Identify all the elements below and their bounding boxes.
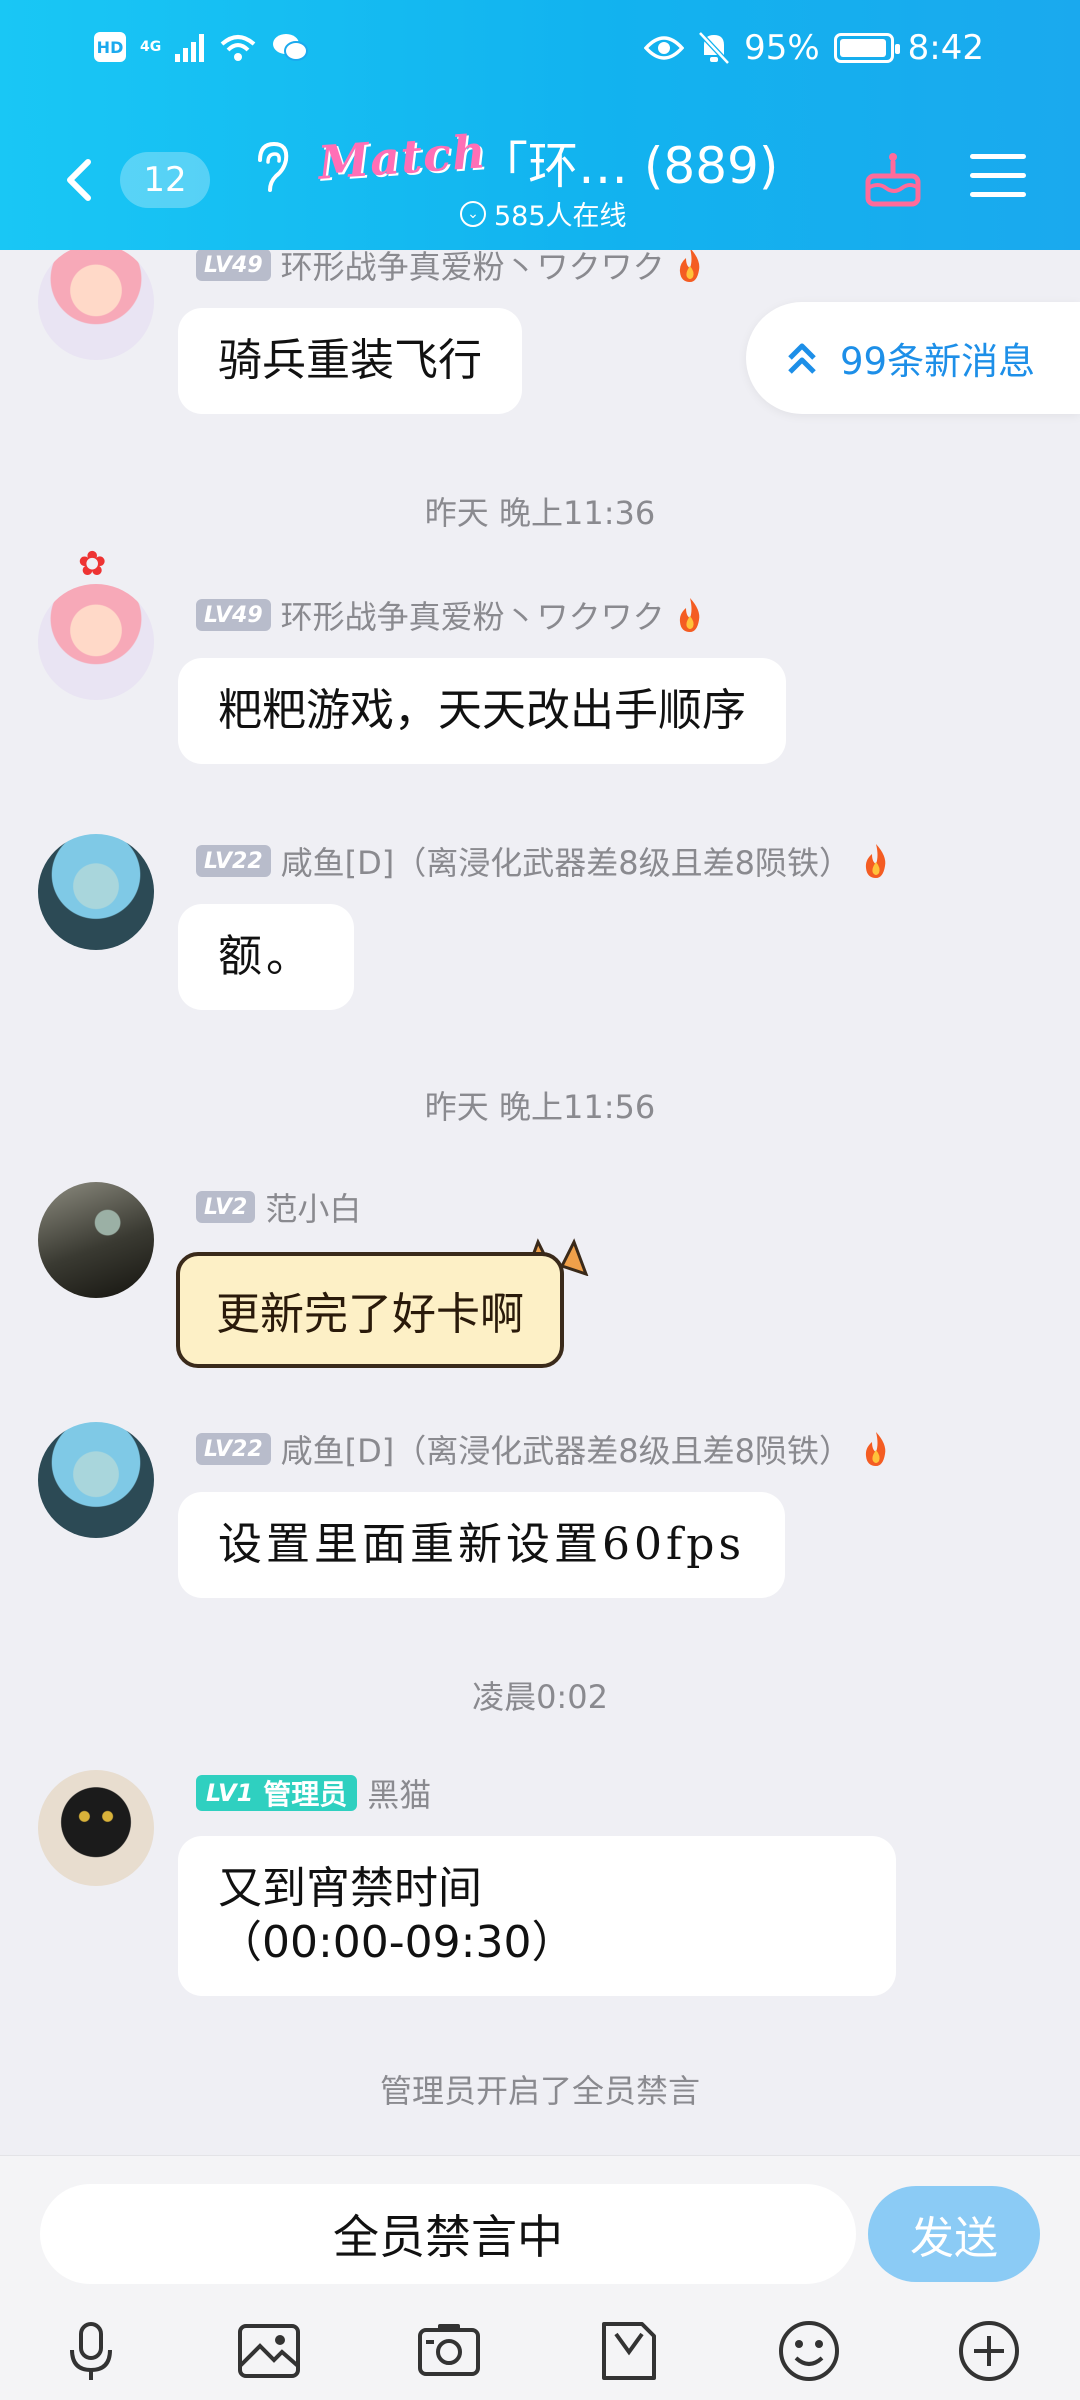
- message-meta: LV1 管理员 黑猫: [196, 1770, 431, 1816]
- top-bar: HD 4G 95% 8:42 12 Match 「环… (889) ⌄ 585人…: [0, 0, 1080, 250]
- emoji-icon[interactable]: [774, 2316, 844, 2386]
- level-badge: LV2: [196, 1191, 256, 1223]
- fire-icon: [865, 1432, 886, 1466]
- eye-icon: [644, 36, 685, 60]
- file-icon[interactable]: [594, 2316, 664, 2386]
- admin-badge: LV1 管理员: [196, 1775, 358, 1811]
- message-meta: LV49 环形战争真爱粉丶ワクワク: [196, 592, 705, 638]
- mic-icon[interactable]: [56, 2316, 126, 2386]
- message-meta: LV22 咸鱼[D]（离浸化武器差8级且差8陨铁）: [196, 1426, 891, 1472]
- unread-count-badge[interactable]: 12: [120, 152, 210, 208]
- hd-icon: HD: [94, 32, 126, 62]
- clock: 8:42: [907, 28, 984, 68]
- avatar[interactable]: [38, 834, 154, 950]
- mute-bell-icon: [698, 31, 730, 65]
- message-meta: LV49 环形战争真爱粉丶ワクワク: [196, 250, 705, 288]
- level-badge: LV22: [196, 1433, 271, 1465]
- fire-icon: [865, 844, 886, 878]
- level-badge: LV22: [196, 845, 271, 877]
- avatar[interactable]: [38, 1422, 154, 1538]
- status-right: 95% 8:42: [644, 28, 984, 68]
- sender-name[interactable]: 范小白: [265, 1184, 361, 1230]
- sender-name[interactable]: 环形战争真爱粉丶ワクワク: [281, 592, 665, 638]
- nav-row: 12 Match 「环… (889) ⌄ 585人在线: [0, 110, 1080, 250]
- wifi-icon: [220, 35, 256, 61]
- sender-name[interactable]: 咸鱼[D]（离浸化武器差8级且差8陨铁）: [281, 1426, 851, 1472]
- chevron-down-icon: ⌄: [460, 200, 486, 227]
- plus-icon[interactable]: [954, 2316, 1024, 2386]
- level-badge: LV49: [196, 599, 271, 631]
- system-notice: 管理员开启了全员禁言: [379, 2072, 700, 2110]
- message-bubble[interactable]: 又到宵禁时间 （00:00-09:30）: [178, 1836, 896, 1996]
- avatar[interactable]: [38, 1182, 154, 1298]
- double-chevron-up-icon: [788, 343, 816, 374]
- new-messages-label: 99条新消息: [840, 340, 1036, 383]
- avatar[interactable]: [38, 250, 154, 360]
- menu-icon[interactable]: [970, 154, 1026, 202]
- chat-list[interactable]: LV49 环形战争真爱粉丶ワクワク 骑兵重装飞行 99条新消息 昨天 晚上11:…: [0, 250, 1080, 2155]
- online-count[interactable]: ⌄ 585人在线: [460, 194, 627, 233]
- input-toolbar: [0, 2306, 1080, 2396]
- timestamp: 昨天 晚上11:56: [424, 1088, 656, 1126]
- camera-icon[interactable]: [414, 2316, 484, 2386]
- flower-icon: ✿: [78, 544, 107, 584]
- timestamp: 凌晨0:02: [472, 1678, 608, 1716]
- level-badge: LV1: [206, 1779, 254, 1807]
- message-bubble[interactable]: 设置里面重新设置60fps: [178, 1492, 786, 1598]
- signal-icon: [175, 32, 205, 62]
- status-left: HD 4G: [94, 32, 309, 62]
- role-label: 管理员: [263, 1778, 348, 1811]
- level-badge: LV49: [196, 250, 271, 281]
- match-logo: Match: [316, 124, 489, 190]
- message-line: （00:00-09:30）: [218, 1917, 576, 1968]
- avatar[interactable]: [38, 584, 154, 700]
- message-line: 又到宵禁时间: [218, 1863, 482, 1914]
- battery-percent: 95%: [744, 28, 820, 68]
- new-messages-button[interactable]: 99条新消息: [746, 302, 1080, 414]
- battery-level: [839, 39, 886, 57]
- message-input[interactable]: 全员禁言中: [40, 2184, 856, 2284]
- message-meta: LV22 咸鱼[D]（离浸化武器差8级且差8陨铁）: [196, 838, 891, 884]
- group-title[interactable]: 「环… (889): [478, 126, 778, 198]
- wechat-icon: [273, 34, 309, 61]
- message-bubble[interactable]: 骑兵重装飞行: [178, 308, 522, 414]
- status-bar: HD 4G 95% 8:42: [0, 0, 1080, 110]
- online-count-label: 585人在线: [494, 201, 627, 232]
- ear-icon[interactable]: [248, 138, 292, 198]
- message-bubble[interactable]: 更新完了好卡啊: [176, 1252, 564, 1368]
- sender-name[interactable]: 环形战争真爱粉丶ワクワク: [281, 250, 665, 288]
- message-bubble[interactable]: 粑粑游戏，天天改出手顺序: [178, 658, 786, 764]
- network-type: 4G: [140, 39, 162, 55]
- battery-icon: [833, 33, 900, 63]
- back-icon[interactable]: [50, 150, 110, 210]
- image-icon[interactable]: [234, 2316, 304, 2386]
- send-button[interactable]: 发送: [868, 2186, 1040, 2282]
- avatar[interactable]: [38, 1770, 154, 1886]
- input-area: 全员禁言中 发送: [0, 2155, 1080, 2400]
- sender-name[interactable]: 咸鱼[D]（离浸化武器差8级且差8陨铁）: [281, 838, 851, 884]
- message-meta: LV2 范小白: [196, 1184, 361, 1230]
- fire-icon: [679, 598, 699, 632]
- timestamp: 昨天 晚上11:36: [424, 494, 656, 532]
- cake-icon[interactable]: [862, 148, 924, 210]
- sender-name[interactable]: 黑猫: [367, 1770, 431, 1816]
- fire-icon: [679, 250, 699, 282]
- message-bubble[interactable]: 额。: [178, 904, 354, 1010]
